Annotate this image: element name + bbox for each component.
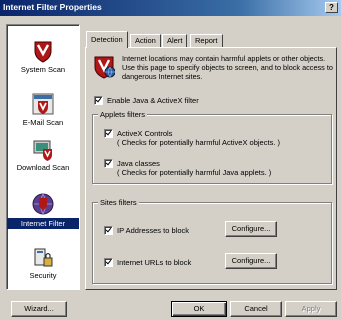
sidebar-item-label: System Scan — [20, 65, 66, 74]
download-scan-icon — [31, 137, 55, 161]
sidebar-item-download-scan[interactable]: Download Scan — [7, 137, 79, 172]
tab-alert[interactable]: Alert — [162, 34, 188, 47]
sidebar-item-internet-filter[interactable]: Internet Filter — [7, 192, 79, 229]
category-sidebar: System Scan E-Mail Scan Download Scan In… — [6, 24, 80, 290]
sidebar-item-email-scan[interactable]: E-Mail Scan — [7, 92, 79, 127]
sidebar-item-label: Security — [29, 271, 57, 280]
activex-hint: ( Checks for potentially harmful ActiveX… — [117, 138, 280, 147]
java-classes-checkbox[interactable] — [104, 159, 113, 168]
apply-button[interactable]: Apply — [285, 301, 337, 317]
internet-urls-checkbox[interactable] — [104, 258, 113, 267]
enable-java-activex-label[interactable]: Enable Java & ActiveX filter — [107, 96, 199, 105]
sidebar-item-security[interactable]: Security — [7, 245, 79, 280]
applets-filters-title: Applets filters — [98, 110, 148, 119]
sidebar-item-system-scan[interactable]: System Scan — [7, 39, 79, 74]
java-classes-hint: ( Checks for potentially harmful Java ap… — [117, 168, 272, 177]
detection-panel: Internet locations may contain harmful a… — [85, 47, 337, 290]
ok-button[interactable]: OK — [171, 301, 227, 317]
java-classes-label[interactable]: Java classes — [117, 159, 160, 168]
configure-ip-button[interactable]: Configure... — [225, 221, 277, 237]
security-icon — [31, 245, 55, 269]
email-scan-icon — [31, 92, 55, 116]
window-title: Internet Filter Properties — [3, 2, 102, 12]
sidebar-item-label: Internet Filter — [7, 218, 79, 229]
tab-detection[interactable]: Detection — [86, 31, 128, 48]
cancel-button[interactable]: Cancel — [230, 301, 282, 317]
tab-action[interactable]: Action — [130, 34, 161, 47]
internet-filter-icon — [31, 192, 55, 216]
sidebar-item-label: E-Mail Scan — [22, 118, 64, 127]
sites-filters-group: Sites filters IP Addresses to block Conf… — [92, 198, 332, 284]
sidebar-item-label: Download Scan — [16, 163, 70, 172]
activex-label[interactable]: ActiveX Controls — [117, 129, 172, 138]
apply-label: Apply — [301, 304, 321, 313]
shield-icon — [31, 39, 55, 63]
sites-filters-title: Sites filters — [98, 198, 139, 207]
wizard-button[interactable]: Wizard... — [11, 301, 67, 317]
intro-description: Internet locations may contain harmful a… — [122, 54, 333, 81]
internet-urls-label[interactable]: Internet URLs to block — [117, 258, 191, 267]
enable-java-activex-checkbox[interactable] — [94, 96, 103, 105]
ip-addresses-label[interactable]: IP Addresses to block — [117, 226, 189, 235]
shield-icon — [93, 55, 116, 79]
activex-checkbox[interactable] — [104, 129, 113, 138]
applets-filters-group: Applets filters ActiveX Controls ( Check… — [92, 110, 332, 184]
ip-addresses-checkbox[interactable] — [104, 226, 113, 235]
title-bar[interactable]: Internet Filter Properties ? — [0, 0, 341, 16]
tab-report[interactable]: Report — [190, 34, 223, 47]
help-button[interactable]: ? — [325, 2, 338, 13]
properties-dialog: Internet Filter Properties ? System Scan — [0, 0, 341, 320]
configure-urls-button[interactable]: Configure... — [225, 253, 277, 269]
